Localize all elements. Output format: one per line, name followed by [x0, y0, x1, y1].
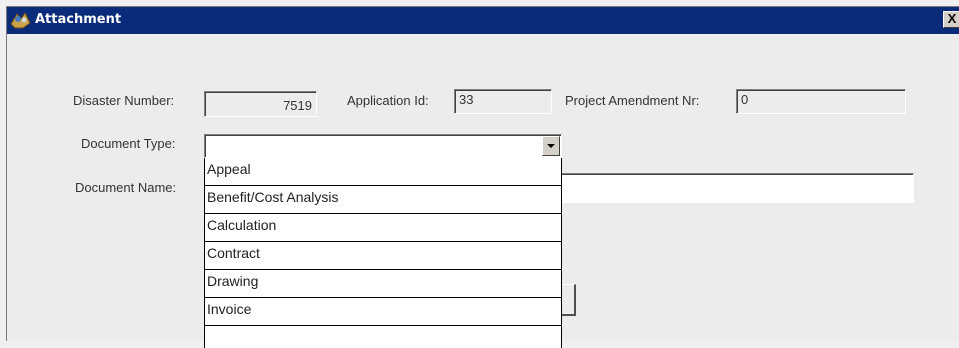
- partially-hidden-button[interactable]: [562, 284, 576, 316]
- dropdown-button[interactable]: [542, 136, 560, 156]
- document-type-label: Document Type:: [81, 136, 176, 151]
- dropdown-option[interactable]: Invoice: [205, 298, 561, 326]
- dropdown-option[interactable]: Calculation: [205, 214, 561, 242]
- disaster-number-field[interactable]: 7519: [204, 91, 317, 117]
- app-icon: [10, 12, 31, 29]
- document-type-select[interactable]: [204, 134, 562, 158]
- project-amendment-label: Project Amendment Nr:: [565, 93, 700, 108]
- disaster-number-label: Disaster Number:: [73, 93, 175, 108]
- project-amendment-field[interactable]: 0: [736, 89, 906, 114]
- document-type-dropdown-list: Appeal Benefit/Cost Analysis Calculation…: [204, 158, 562, 348]
- attachment-window: Attachment X Disaster Number: 7519 Appli…: [6, 6, 959, 348]
- title-bar[interactable]: Attachment X: [7, 7, 959, 34]
- document-name-label: Document Name:: [75, 180, 177, 195]
- close-button[interactable]: X: [943, 11, 959, 28]
- window-title: Attachment: [35, 12, 122, 27]
- application-id-label: Application Id:: [347, 93, 429, 108]
- dropdown-option[interactable]: Contract: [205, 242, 561, 270]
- chevron-down-icon: [547, 144, 555, 148]
- application-id-field[interactable]: 33: [454, 89, 552, 114]
- dropdown-option[interactable]: Benefit/Cost Analysis: [205, 186, 561, 214]
- document-name-field[interactable]: [557, 173, 914, 203]
- dropdown-option[interactable]: Appeal: [205, 158, 561, 186]
- dropdown-option[interactable]: Drawing: [205, 270, 561, 298]
